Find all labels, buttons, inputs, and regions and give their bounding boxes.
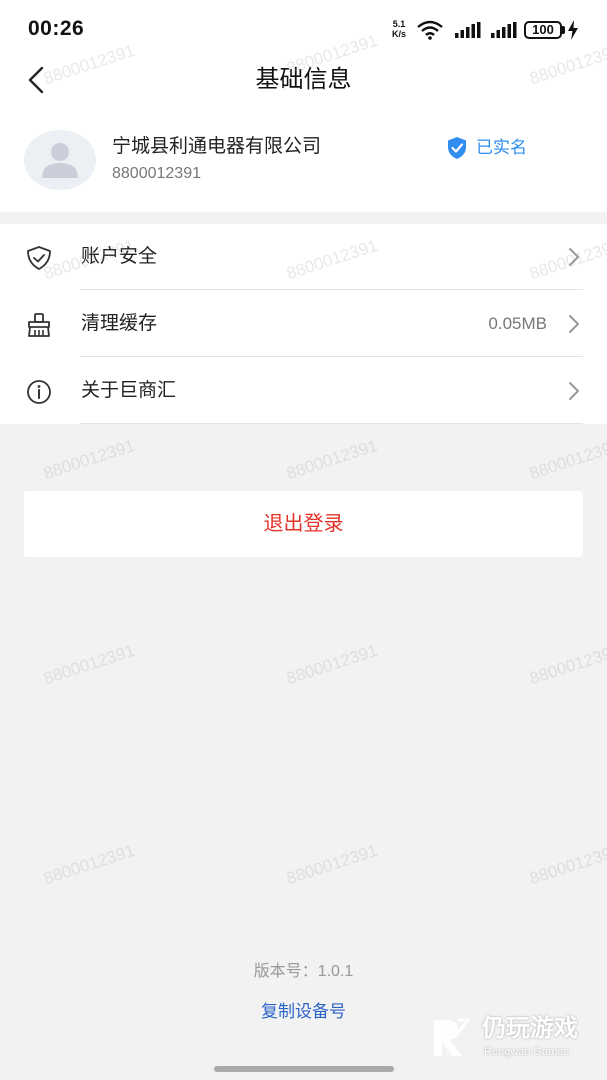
charging-bolt-icon	[568, 20, 578, 40]
signal-strength-icon	[455, 22, 481, 38]
divider	[80, 356, 583, 357]
menu-item-about[interactable]: 关于巨商汇	[0, 358, 607, 424]
user-placeholder-icon	[42, 143, 78, 178]
version-label: 版本号：1.0.1	[253, 963, 354, 980]
divider	[80, 423, 583, 424]
menu-item-label: 关于巨商汇	[81, 380, 177, 401]
page-title: 基础信息	[255, 66, 352, 93]
menu-item-clear-cache[interactable]: 清理缓存 0.05MB	[0, 291, 607, 357]
cache-size: 0.05MB	[488, 314, 547, 333]
account-id: 8800012391	[112, 165, 201, 182]
brand-name: 仍玩游戏	[482, 1015, 578, 1042]
watermark: 8800012391	[41, 840, 138, 889]
battery-level: 100	[532, 22, 554, 37]
network-speed-unit: K/s	[391, 29, 406, 39]
chevron-right-icon	[569, 315, 579, 333]
brand-watermark: 仍玩游戏 Rengwan Games	[428, 1012, 603, 1064]
watermark: 8800012391	[527, 435, 607, 484]
chevron-right-icon	[569, 248, 579, 266]
divider	[80, 289, 583, 290]
watermark: 8800012391	[527, 640, 607, 689]
battery-icon: 100	[524, 21, 562, 39]
watermark: 8800012391	[284, 640, 381, 689]
watermark: 8800012391	[41, 640, 138, 689]
brand-logo-icon	[434, 1018, 472, 1056]
watermark: 8800012391	[41, 435, 138, 484]
home-indicator[interactable]	[214, 1066, 394, 1072]
brand-subtitle: Rengwan Games	[484, 1046, 569, 1058]
watermark: 8800012391	[527, 840, 607, 889]
network-speed-value: 5.1	[392, 19, 406, 29]
company-name: 宁城县利通电器有限公司	[112, 136, 322, 157]
logout-button[interactable]: 退出登录	[24, 491, 583, 557]
status-time: 00:26	[28, 17, 85, 40]
settings-menu: 账户安全 清理缓存 0.05MB 关于巨商汇	[0, 224, 607, 424]
broom-icon	[28, 313, 50, 337]
menu-item-label: 账户安全	[81, 246, 158, 267]
watermark: 8800012391	[284, 840, 381, 889]
signal-strength-icon	[491, 22, 517, 38]
watermark: 8800012391	[284, 435, 381, 484]
menu-item-label: 清理缓存	[81, 313, 158, 334]
menu-item-account-security[interactable]: 账户安全	[0, 224, 607, 290]
network-speed: 5.1 K/s	[388, 19, 410, 39]
shield-check-icon	[27, 246, 51, 270]
chevron-right-icon	[569, 382, 579, 400]
battery-tip	[562, 26, 565, 34]
wifi-icon	[417, 20, 443, 40]
verified-shield-icon	[448, 137, 466, 159]
verified-label: 已实名	[476, 138, 527, 157]
verified-badge: 已实名	[446, 136, 527, 160]
avatar[interactable]	[24, 130, 96, 190]
info-icon	[27, 380, 51, 404]
status-bar: 00:26 5.1 K/s 100	[0, 0, 607, 58]
